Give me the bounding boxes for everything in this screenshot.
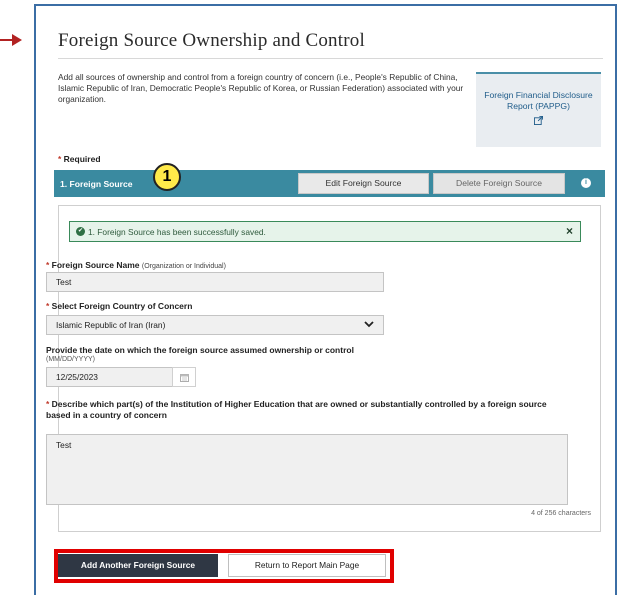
- required-note: * Required: [58, 154, 101, 164]
- date-input[interactable]: 12/25/2023: [46, 367, 174, 387]
- country-label: * Select Foreign Country of Concern: [46, 301, 193, 311]
- return-to-report-main-page-button[interactable]: Return to Report Main Page: [228, 554, 386, 577]
- edit-foreign-source-button[interactable]: Edit Foreign Source: [298, 173, 429, 194]
- info-icon: i: [581, 178, 591, 188]
- external-link-icon: [534, 116, 543, 125]
- section-title: 1. Foreign Source: [60, 179, 133, 189]
- foreign-source-name-input[interactable]: Test: [46, 272, 384, 292]
- step-badge: 1: [153, 163, 181, 191]
- delete-foreign-source-button[interactable]: Delete Foreign Source: [433, 173, 565, 194]
- foreign-source-panel: Foreign Source Ownership and Control Add…: [34, 4, 617, 595]
- foreign-source-name-label: * Foreign Source Name (Organization or I…: [46, 260, 226, 270]
- describe-textarea[interactable]: Test: [46, 434, 568, 505]
- check-circle-icon: ✔: [76, 227, 85, 236]
- date-format-hint: (MM/DD/YYYY): [46, 356, 95, 363]
- chevron-down-icon: [364, 321, 374, 328]
- close-icon[interactable]: ×: [566, 224, 573, 238]
- success-alert: ✔ 1. Foreign Source has been successfull…: [69, 221, 581, 242]
- page-title: Foreign Source Ownership and Control: [58, 30, 365, 51]
- intro-text: Add all sources of ownership and control…: [58, 72, 464, 104]
- date-label: Provide the date on which the foreign so…: [46, 345, 354, 355]
- country-select[interactable]: Islamic Republic of Iran (Iran): [46, 315, 384, 335]
- alert-message: 1. Foreign Source has been successfully …: [88, 227, 266, 237]
- ffdr-link-box[interactable]: Foreign Financial Disclosure Report (PAP…: [476, 72, 601, 147]
- country-selected-value: Islamic Republic of Iran (Iran): [56, 320, 166, 330]
- add-another-foreign-source-button[interactable]: Add Another Foreign Source: [58, 554, 218, 577]
- info-button[interactable]: i: [568, 170, 605, 197]
- ffdr-link[interactable]: Foreign Financial Disclosure Report (PAP…: [476, 90, 601, 112]
- character-counter: 4 of 256 characters: [531, 510, 591, 517]
- calendar-button[interactable]: [172, 367, 196, 387]
- calendar-icon: [180, 374, 189, 382]
- pointer-arrow-icon: [0, 33, 24, 47]
- title-divider: [58, 58, 603, 59]
- describe-label: * Describe which part(s) of the Institut…: [46, 399, 547, 420]
